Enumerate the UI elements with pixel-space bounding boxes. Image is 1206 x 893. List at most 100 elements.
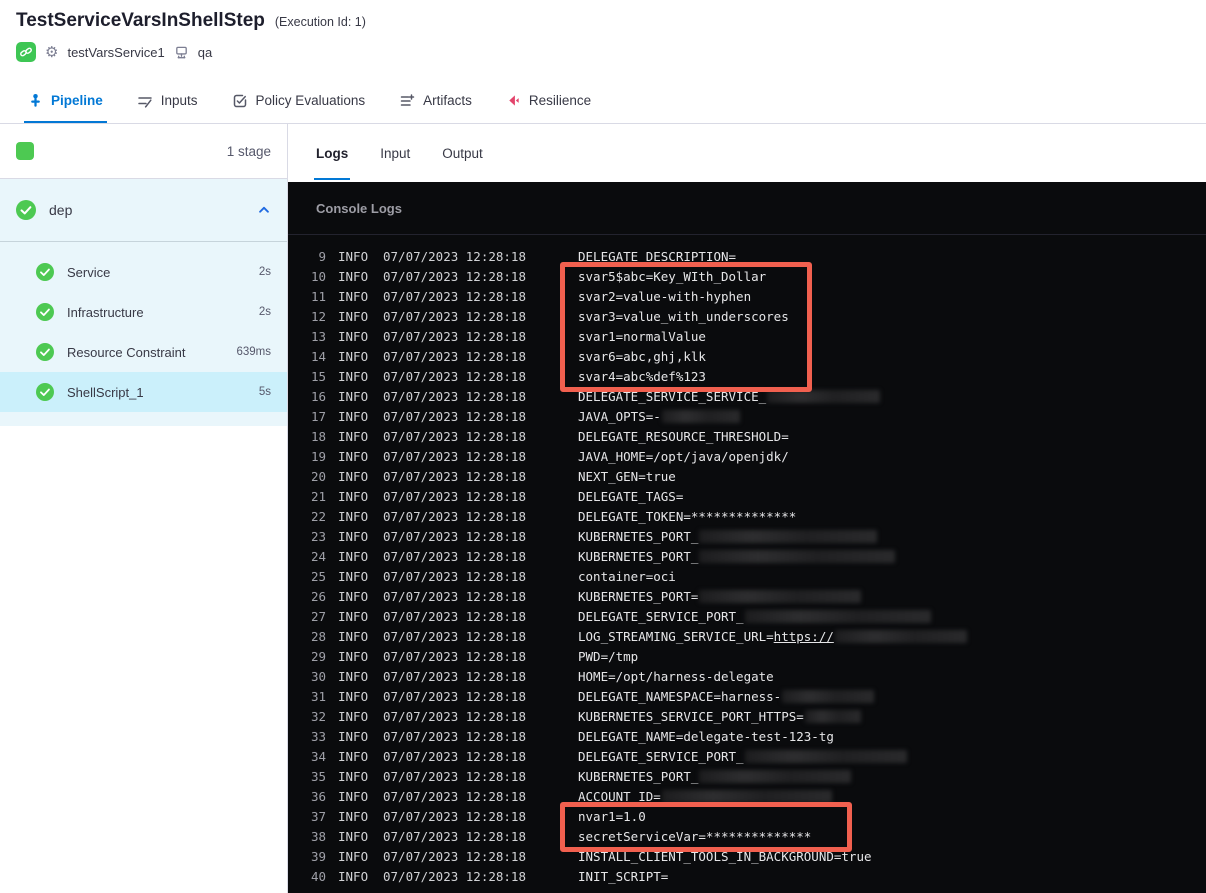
log-message: KUBERNETES_PORT= [578, 587, 1206, 607]
log-level: INFO [338, 809, 369, 824]
stage-group-header[interactable]: dep [0, 179, 287, 241]
log-message: KUBERNETES_PORT_ [578, 547, 1206, 567]
log-level: INFO [338, 609, 369, 624]
log-timestamp: 07/07/2023 12:28:18 [383, 549, 526, 564]
stage-summary-bar: 1 stage [0, 124, 287, 179]
log-timestamp: 07/07/2023 12:28:18 [383, 429, 526, 444]
log-line-number: 27 [310, 609, 326, 624]
log-line-number: 34 [310, 749, 326, 764]
log-line: 15 INFO 07/07/2023 12:28:18 svar4=abc%de… [288, 367, 1206, 387]
step-duration: 2s [258, 266, 271, 278]
main-tab-policy-evaluations[interactable]: Policy Evaluations [232, 78, 366, 123]
log-message: svar3=value_with_underscores [578, 307, 1206, 327]
log-message: DELEGATE_DESCRIPTION= [578, 247, 1206, 267]
log-level: INFO [338, 709, 369, 724]
log-text: secretServiceVar=************** [578, 829, 812, 844]
log-text: svar4=abc%def%123 [578, 369, 706, 384]
log-line-number: 31 [310, 689, 326, 704]
log-text: NEXT_GEN=true [578, 469, 676, 484]
log-level: INFO [338, 489, 369, 504]
policy-icon [232, 93, 248, 109]
main-tab-resilience[interactable]: Resilience [506, 78, 591, 123]
log-link[interactable]: https:// [774, 629, 834, 644]
log-timestamp: 07/07/2023 12:28:18 [383, 609, 526, 624]
main-tab-pipeline[interactable]: Pipeline [24, 78, 107, 123]
step-row-shellscript-1[interactable]: ShellScript_1 5s [0, 372, 287, 412]
log-line-number: 22 [310, 509, 326, 524]
stage-status-square[interactable] [16, 142, 34, 160]
log-line-number: 29 [310, 649, 326, 664]
log-line-number: 12 [310, 309, 326, 324]
log-line-number: 24 [310, 549, 326, 564]
main-tab-label: Pipeline [51, 93, 103, 108]
log-message: svar6=abc,ghj,klk [578, 347, 1206, 367]
redacted-value [804, 710, 861, 723]
log-line: 20 INFO 07/07/2023 12:28:18 NEXT_GEN=tru… [288, 467, 1206, 487]
stage-count: 1 stage [226, 143, 271, 159]
log-message: KUBERNETES_PORT_ [578, 767, 1206, 787]
log-line-number: 30 [310, 669, 326, 684]
log-timestamp: 07/07/2023 12:28:18 [383, 649, 526, 664]
environment-icon [174, 45, 189, 60]
stage-success-icon [16, 200, 36, 220]
step-row-resource-constraint[interactable]: Resource Constraint 639ms [0, 332, 287, 372]
step-row-infrastructure[interactable]: Infrastructure 2s [0, 292, 287, 332]
log-line: 31 INFO 07/07/2023 12:28:18 DELEGATE_NAM… [288, 687, 1206, 707]
log-line: 18 INFO 07/07/2023 12:28:18 DELEGATE_RES… [288, 427, 1206, 447]
inputs-icon [137, 93, 153, 109]
console-logs-header: Console Logs [288, 182, 1206, 235]
log-timestamp: 07/07/2023 12:28:18 [383, 309, 526, 324]
main-tab-artifacts[interactable]: Artifacts [399, 78, 472, 123]
log-message: svar1=normalValue [578, 327, 1206, 347]
log-message: DELEGATE_TOKEN=************** [578, 507, 1206, 527]
log-line-number: 11 [310, 289, 326, 304]
log-tab-input[interactable]: Input [380, 124, 410, 182]
execution-tab-bar: Pipeline Inputs Policy Evaluations Artif… [0, 78, 1206, 124]
log-tab-output[interactable]: Output [442, 124, 483, 182]
log-timestamp: 07/07/2023 12:28:18 [383, 509, 526, 524]
log-text: JAVA_OPTS=- [578, 409, 661, 424]
step-row-service[interactable]: Service 2s [0, 252, 287, 292]
log-level: INFO [338, 689, 369, 704]
log-timestamp: 07/07/2023 12:28:18 [383, 689, 526, 704]
chevron-up-icon[interactable] [257, 203, 271, 217]
service-name: testVarsService1 [67, 44, 165, 60]
log-timestamp: 07/07/2023 12:28:18 [383, 389, 526, 404]
resilience-icon [506, 93, 521, 108]
log-level: INFO [338, 429, 369, 444]
main-tab-inputs[interactable]: Inputs [137, 78, 198, 123]
log-level: INFO [338, 289, 369, 304]
step-duration: 639ms [236, 346, 271, 358]
log-level: INFO [338, 469, 369, 484]
step-success-icon [36, 303, 54, 321]
log-level: INFO [338, 309, 369, 324]
pipeline-icon [28, 93, 43, 108]
log-timestamp: 07/07/2023 12:28:18 [383, 449, 526, 464]
step-label: ShellScript_1 [67, 384, 144, 400]
log-level: INFO [338, 649, 369, 664]
redacted-value [661, 790, 832, 803]
log-timestamp: 07/07/2023 12:28:18 [383, 289, 526, 304]
log-message: INIT_SCRIPT= [578, 867, 1206, 887]
log-message: KUBERNETES_PORT_ [578, 527, 1206, 547]
log-timestamp: 07/07/2023 12:28:18 [383, 629, 526, 644]
main-tab-label: Policy Evaluations [255, 93, 366, 108]
log-text: DELEGATE_SERVICE_SERVICE_ [578, 389, 767, 404]
log-text: PWD=/tmp [578, 649, 639, 664]
log-line: 29 INFO 07/07/2023 12:28:18 PWD=/tmp [288, 647, 1206, 667]
log-level: INFO [338, 829, 369, 844]
execution-id: (Execution Id: 1) [274, 15, 366, 29]
log-text: DELEGATE_NAME=delegate-test-123-tg [578, 729, 834, 744]
redacted-value [699, 590, 862, 603]
log-tab-logs[interactable]: Logs [313, 124, 351, 182]
log-level: INFO [338, 329, 369, 344]
log-text: DELEGATE_SERVICE_PORT_ [578, 609, 744, 624]
log-line: 33 INFO 07/07/2023 12:28:18 DELEGATE_NAM… [288, 727, 1206, 747]
log-line-number: 36 [310, 789, 326, 804]
log-timestamp: 07/07/2023 12:28:18 [383, 729, 526, 744]
step-success-icon [36, 343, 54, 361]
log-line: 32 INFO 07/07/2023 12:28:18 KUBERNETES_S… [288, 707, 1206, 727]
log-line: 11 INFO 07/07/2023 12:28:18 svar2=value-… [288, 287, 1206, 307]
log-text: svar3=value_with_underscores [578, 309, 789, 324]
log-message: PWD=/tmp [578, 647, 1206, 667]
